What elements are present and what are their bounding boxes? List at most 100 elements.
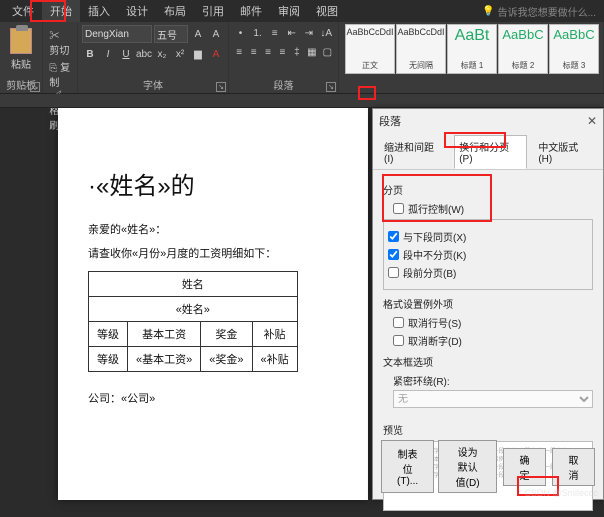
style-normal[interactable]: AaBbCcDdI正文 — [345, 24, 395, 74]
multilevel-icon[interactable]: ≡ — [267, 25, 282, 41]
group-label-paragraph: 段落 — [229, 77, 338, 92]
tab-asian[interactable]: 中文版式(H) — [533, 135, 597, 169]
paragraph-dialog-launcher[interactable]: ↘ — [326, 82, 336, 92]
val-2: «奖金» — [201, 347, 252, 372]
menu-review[interactable]: 审阅 — [270, 0, 308, 22]
ribbon-group-font: A A B I U abc x₂ x² ▆ A 字体 ↘ — [78, 22, 229, 93]
tell-me-search[interactable]: 💡告诉我您想要做什么... — [482, 4, 604, 19]
menu-file[interactable]: 文件 — [4, 0, 42, 22]
framed-keep-options: 与下段同页(X) 段中不分页(K) 段前分页(B) — [383, 219, 593, 290]
doc-title: ·«姓名»的 — [88, 166, 338, 201]
highlight-icon[interactable]: ▆ — [190, 46, 206, 62]
shrink-font-icon[interactable]: A — [208, 26, 224, 42]
tab-indent-spacing[interactable]: 缩进和间距(I) — [379, 135, 448, 169]
font-color-icon[interactable]: A — [208, 46, 224, 62]
close-icon[interactable]: ✕ — [587, 114, 597, 128]
lightbulb-icon: 💡 — [482, 6, 494, 17]
paste-button[interactable]: 粘贴 — [4, 24, 38, 74]
cb-widow-control[interactable]: 孤行控制(W) — [393, 201, 593, 216]
bold-icon[interactable]: B — [82, 46, 98, 62]
section-pagination: 分页 — [383, 182, 593, 197]
indent-inc-icon[interactable]: ⇥ — [301, 25, 316, 41]
style-nospace[interactable]: AaBbCcDdI无间隔 — [396, 24, 446, 74]
cb-no-hyphen[interactable]: 取消断字(D) — [393, 333, 593, 348]
menu-view[interactable]: 视图 — [308, 0, 346, 22]
tightwrap-select[interactable]: 无 — [393, 390, 593, 408]
cb-keep-with-next[interactable]: 与下段同页(X) — [388, 229, 588, 244]
val-0: 等级 — [89, 347, 128, 372]
strike-icon[interactable]: abc — [136, 46, 152, 62]
line-spacing-icon[interactable]: ‡ — [291, 44, 303, 60]
numbering-icon[interactable]: 1. — [250, 25, 265, 41]
clipboard-icon — [10, 28, 32, 54]
style-h2[interactable]: AaBbC标题 2 — [498, 24, 548, 74]
ruler — [0, 94, 604, 108]
group-label-font: 字体 — [78, 77, 228, 92]
align-left-icon[interactable]: ≡ — [233, 44, 245, 60]
ribbon-group-styles: AaBbCcDdI正文 AaBbCcDdI无间隔 AaBt标题 1 AaBbC标… — [339, 22, 604, 93]
align-center-icon[interactable]: ≡ — [247, 44, 259, 60]
cb-keep-lines-together[interactable]: 段中不分页(K) — [388, 247, 588, 262]
tabs-button[interactable]: 制表位(T)... — [381, 440, 434, 493]
ok-button[interactable]: 确定 — [503, 448, 546, 486]
borders-icon[interactable]: ▢ — [321, 44, 334, 60]
copy-button[interactable]: ⎘ 复制 — [47, 58, 73, 90]
menu-references[interactable]: 引用 — [194, 0, 232, 22]
set-default-button[interactable]: 设为默认值(D) — [438, 440, 497, 493]
document-page: ·«姓名»的 亲爱的«姓名»： 请查收你«月份»月度的工资明细如下： 姓名 «姓… — [58, 108, 368, 500]
doc-company: 公司：«公司» — [88, 390, 338, 406]
align-justify-icon[interactable]: ≡ — [276, 44, 288, 60]
align-right-icon[interactable]: ≡ — [262, 44, 274, 60]
clipboard-dialog-launcher[interactable]: ↘ — [30, 82, 40, 92]
shading-icon[interactable]: ▦ — [305, 44, 318, 60]
cancel-button[interactable]: 取消 — [552, 448, 595, 486]
dialog-button-row: 制表位(T)... 设为默认值(D) 确定 取消 — [381, 440, 595, 493]
menu-insert[interactable]: 插入 — [80, 0, 118, 22]
bullets-icon[interactable]: • — [233, 25, 248, 41]
font-size-select[interactable] — [154, 25, 188, 43]
grow-font-icon[interactable]: A — [190, 26, 206, 42]
doc-table: 姓名 «姓名» 等级 基本工资 奖金 补贴 等级 «基本工资» «奖金» «补贴 — [88, 271, 298, 372]
ribbon: 粘贴 剪贴板 ↘ ✂ 剪切 ⎘ 复制 🖌 格式刷 A A B I U abc x… — [0, 22, 604, 94]
doc-greeting: 亲爱的«姓名»： — [88, 221, 338, 237]
dialog-tabs: 缩进和间距(I) 换行和分页(P) 中文版式(H) — [373, 133, 603, 170]
copy-icon: ⎘ — [49, 63, 57, 74]
cb-no-line-number[interactable]: 取消行号(S) — [393, 315, 593, 330]
styles-gallery: AaBbCcDdI正文 AaBbCcDdI无间隔 AaBt标题 1 AaBbC标… — [345, 24, 599, 74]
scissors-icon: ✂ — [49, 31, 59, 42]
dialog-titlebar: 段落 ✕ — [373, 109, 603, 133]
cut-button[interactable]: ✂ 剪切 — [47, 26, 73, 58]
style-h1[interactable]: AaBt标题 1 — [447, 24, 497, 74]
subscript-icon[interactable]: x₂ — [154, 46, 170, 62]
menu-design[interactable]: 设计 — [118, 0, 156, 22]
dialog-title: 段落 — [379, 113, 401, 129]
ribbon-group-clipboard-extra: ✂ 剪切 ⎘ 复制 🖌 格式刷 — [43, 22, 78, 93]
cb-page-break-before[interactable]: 段前分页(B) — [388, 265, 588, 280]
table-name-val: «姓名» — [89, 297, 298, 322]
font-family-select[interactable] — [82, 25, 152, 43]
section-preview: 预览 — [383, 422, 593, 437]
col-2: 奖金 — [201, 322, 252, 347]
menu-layout[interactable]: 布局 — [156, 0, 194, 22]
val-1: «基本工资» — [128, 347, 201, 372]
indent-dec-icon[interactable]: ⇤ — [284, 25, 299, 41]
section-format-exc: 格式设置例外项 — [383, 296, 593, 311]
paragraph-dialog: 段落 ✕ 缩进和间距(I) 换行和分页(P) 中文版式(H) 分页 孤行控制(W… — [372, 108, 604, 500]
underline-icon[interactable]: U — [118, 46, 134, 62]
section-textbox: 文本框选项 — [383, 354, 593, 369]
italic-icon[interactable]: I — [100, 46, 116, 62]
col-3: 补贴 — [252, 322, 297, 347]
sort-icon[interactable]: ↓A — [318, 25, 334, 41]
menu-bar: 文件 开始 插入 设计 布局 引用 邮件 审阅 视图 💡告诉我您想要做什么... — [0, 0, 604, 22]
style-h3[interactable]: AaBbC标题 3 — [549, 24, 599, 74]
menu-mailings[interactable]: 邮件 — [232, 0, 270, 22]
ribbon-group-paragraph: • 1. ≡ ⇤ ⇥ ↓A ≡ ≡ ≡ ≡ ‡ ▦ ▢ 段落 ↘ — [229, 22, 339, 93]
superscript-icon[interactable]: x² — [172, 46, 188, 62]
doc-line1: 请查收你«月份»月度的工资明细如下： — [88, 245, 338, 261]
val-3: «补贴 — [252, 347, 297, 372]
table-header-name: 姓名 — [89, 272, 298, 297]
tightwrap-label: 紧密环绕(R): — [393, 373, 593, 388]
tab-line-page-breaks[interactable]: 换行和分页(P) — [454, 135, 527, 169]
font-dialog-launcher[interactable]: ↘ — [216, 82, 226, 92]
menu-home[interactable]: 开始 — [42, 0, 80, 22]
